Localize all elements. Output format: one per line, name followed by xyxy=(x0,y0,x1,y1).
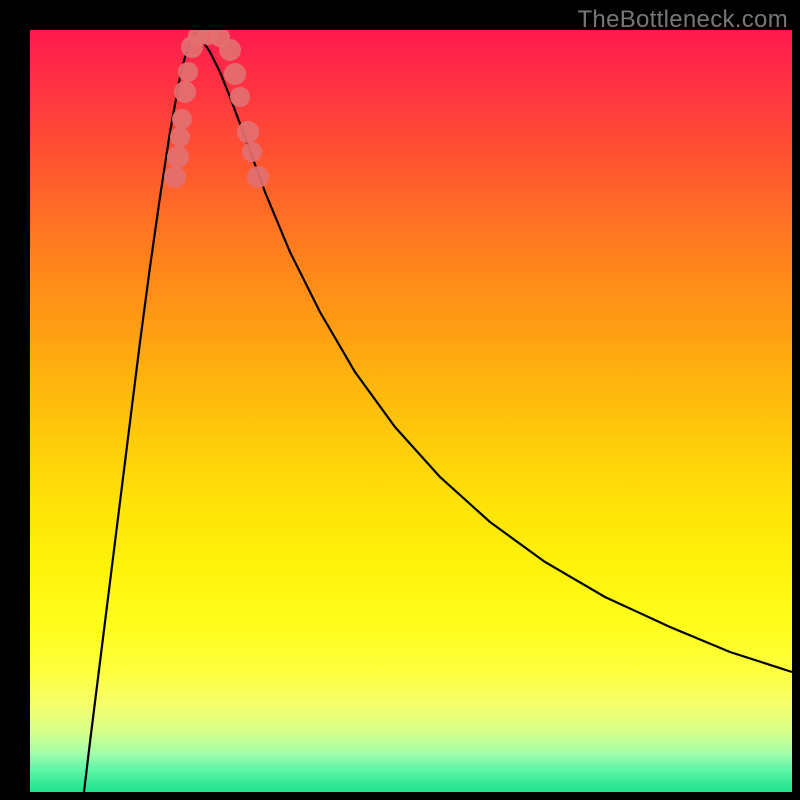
data-point xyxy=(219,39,241,61)
plot-area xyxy=(30,30,792,792)
data-point xyxy=(242,142,262,162)
data-point xyxy=(170,127,190,147)
data-point xyxy=(237,121,259,143)
data-point xyxy=(174,81,196,103)
data-point xyxy=(230,87,250,107)
curve-right xyxy=(195,32,792,672)
data-point xyxy=(247,166,269,188)
data-point xyxy=(164,166,186,188)
data-point xyxy=(224,63,246,85)
chart-svg xyxy=(30,30,792,792)
data-point xyxy=(178,62,198,82)
chart-frame: TheBottleneck.com xyxy=(0,0,800,800)
data-point xyxy=(167,146,189,168)
data-point xyxy=(172,109,192,129)
scatter-dots xyxy=(164,30,269,188)
